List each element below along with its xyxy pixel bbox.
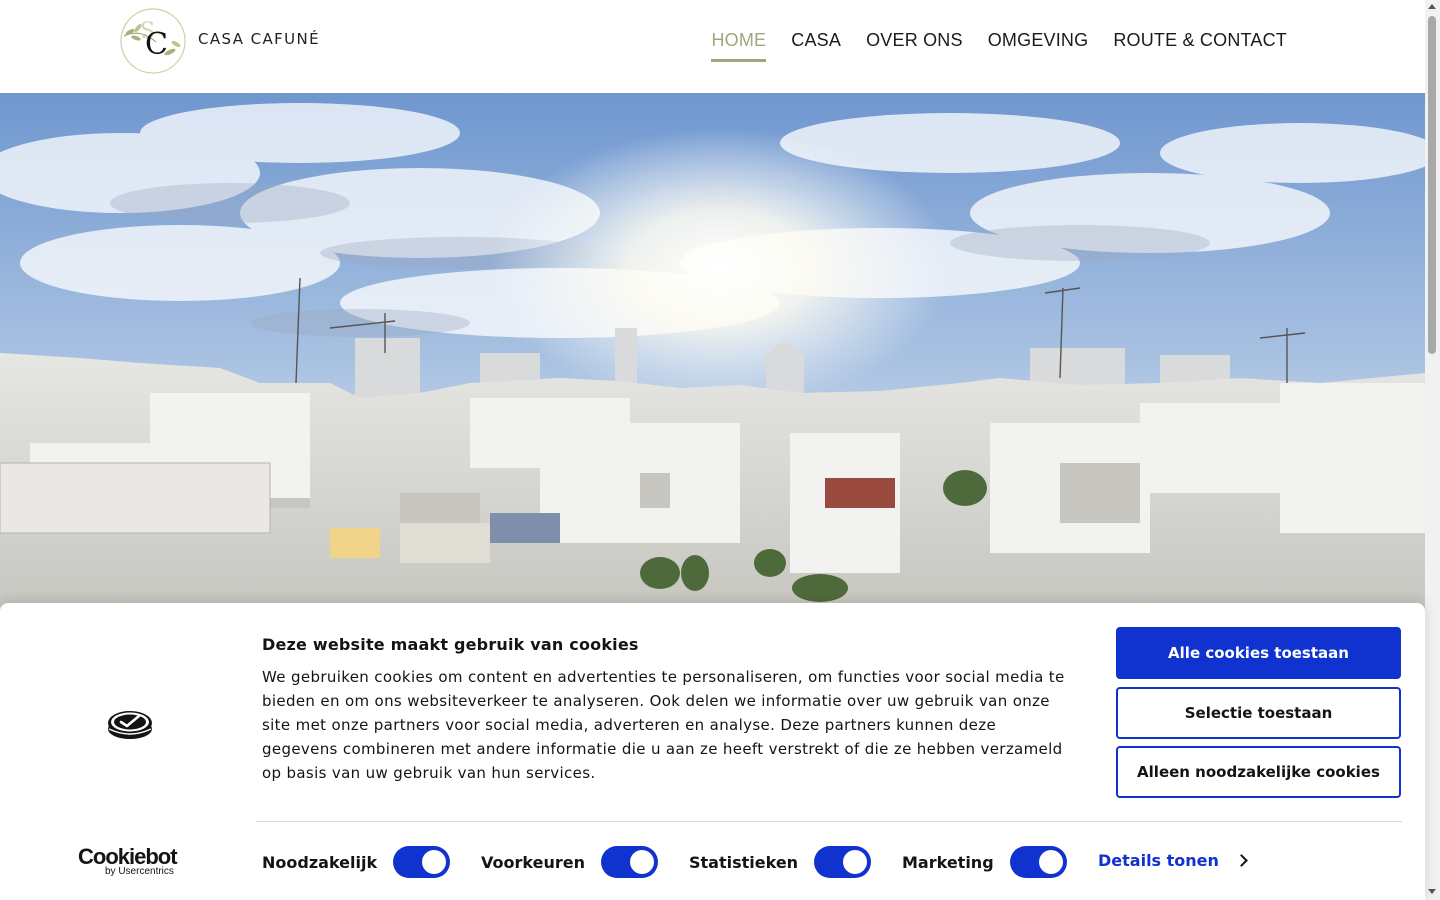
scroll-up-arrow-icon[interactable] [1428, 4, 1436, 9]
toggle-label-preferences: Voorkeuren [481, 852, 585, 872]
show-details-label: Details tonen [1098, 851, 1219, 870]
cookiebot-brand: Cookiebot by Usercentrics [78, 846, 182, 878]
toggle-knob [1038, 850, 1063, 874]
nav-item-omgeving[interactable]: OMGEVING [988, 30, 1089, 61]
allow-selection-button[interactable]: Selectie toestaan [1116, 687, 1401, 739]
scrollbar-thumb[interactable] [1428, 16, 1436, 354]
toggle-knob [843, 850, 868, 874]
svg-text:C: C [145, 27, 168, 62]
site-logo[interactable]: S C CASA CAFUNÉ [118, 8, 320, 74]
cookiebot-byline: by Usercentrics [105, 866, 174, 877]
toggle-group-necessary: Noodzakelijk [262, 845, 451, 879]
marketing-toggle[interactable] [1009, 846, 1067, 878]
scroll-down-arrow-icon[interactable] [1428, 889, 1436, 894]
cookie-category-toggles: Noodzakelijk Voorkeuren Statistieken Mar… [262, 845, 1082, 879]
statistics-toggle[interactable] [814, 846, 872, 878]
cookie-banner-text: We gebruiken cookies om content en adver… [262, 668, 1065, 782]
main-nav: HOME CASA OVER ONS OMGEVING ROUTE & CONT… [711, 30, 1287, 62]
allow-all-cookies-button[interactable]: Alle cookies toestaan [1116, 627, 1401, 679]
show-details-link[interactable]: Details tonen [1098, 851, 1248, 870]
toggle-knob [422, 850, 447, 874]
nav-item-route-contact[interactable]: ROUTE & CONTACT [1113, 30, 1287, 61]
site-header: S C CASA CAFUNÉ HOME CASA OVER ONS OMGEV… [0, 0, 1425, 93]
toggle-label-necessary: Noodzakelijk [262, 852, 378, 872]
nav-item-casa[interactable]: CASA [791, 30, 841, 61]
nav-item-over-ons[interactable]: OVER ONS [866, 30, 963, 61]
cookiebot-wordmark: Cookiebot [78, 844, 178, 869]
chevron-right-icon [1235, 854, 1248, 867]
logo-emblem-icon: S C [120, 8, 186, 74]
page-scrollbar[interactable] [1425, 0, 1440, 900]
necessary-toggle[interactable] [393, 846, 451, 878]
toggle-group-marketing: Marketing [902, 845, 1067, 879]
cookie-consent-banner: Deze website maakt gebruik van cookies W… [0, 603, 1425, 900]
cookie-banner-divider [256, 821, 1402, 822]
necessary-cookies-only-button[interactable]: Alleen noodzakelijke cookies [1116, 746, 1401, 798]
site-logo-text: CASA CAFUNÉ [198, 30, 321, 48]
toggle-group-preferences: Voorkeuren [481, 845, 658, 879]
toggle-label-statistics: Statistieken [689, 852, 799, 872]
toggle-group-statistics: Statistieken [689, 845, 872, 879]
toggle-label-marketing: Marketing [902, 852, 994, 872]
cookiebot-logo-icon [108, 711, 152, 739]
preferences-toggle[interactable] [600, 846, 658, 878]
cookie-banner-title: Deze website maakt gebruik van cookies [262, 635, 639, 654]
nav-item-home[interactable]: HOME [711, 30, 767, 62]
toggle-knob [629, 850, 654, 874]
